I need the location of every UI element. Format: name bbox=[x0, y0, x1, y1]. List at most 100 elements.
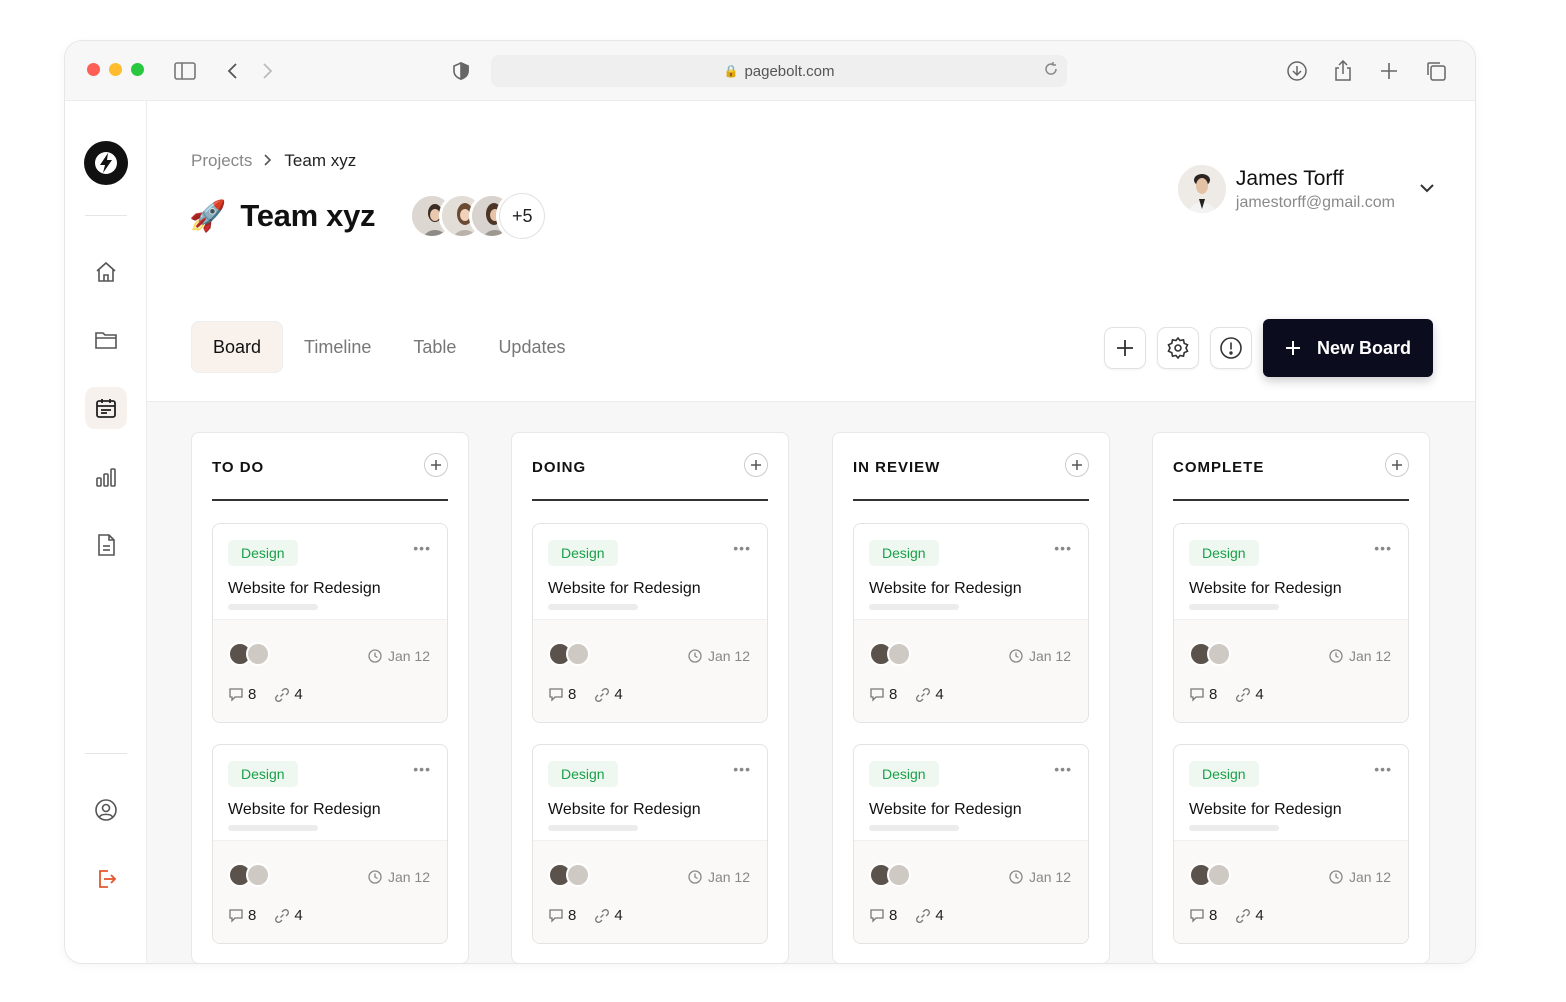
comments-count[interactable]: 8 bbox=[548, 686, 576, 703]
reload-icon[interactable] bbox=[1043, 61, 1059, 81]
add-card-button[interactable] bbox=[1385, 453, 1409, 477]
due-date: Jan 12 bbox=[368, 869, 430, 885]
more-options-icon[interactable]: ••• bbox=[1054, 761, 1072, 777]
document-icon[interactable] bbox=[85, 524, 127, 566]
home-icon[interactable] bbox=[85, 251, 127, 293]
calendar-icon[interactable] bbox=[85, 387, 127, 429]
app-logo[interactable] bbox=[84, 141, 128, 185]
assignee-avatars[interactable] bbox=[228, 863, 270, 887]
assignee-avatars[interactable] bbox=[548, 863, 590, 887]
comments-count[interactable]: 8 bbox=[869, 686, 897, 703]
share-icon[interactable] bbox=[1329, 57, 1357, 85]
task-card[interactable]: Design ••• Website for Redesign Jan 12 8 4 bbox=[853, 744, 1089, 944]
profile-icon[interactable] bbox=[85, 789, 127, 831]
minimize-window-button[interactable] bbox=[109, 63, 122, 76]
task-card[interactable]: Design ••• Website for Redesign Jan 12 8 4 bbox=[212, 523, 448, 723]
user-name: James Torff bbox=[1235, 166, 1344, 190]
user-avatar[interactable] bbox=[1177, 165, 1226, 213]
due-date-text: Jan 12 bbox=[707, 869, 750, 885]
settings-button[interactable] bbox=[1157, 327, 1199, 369]
folder-icon[interactable] bbox=[85, 319, 127, 361]
task-card[interactable]: Design ••• Website for Redesign Jan 12 8 4 bbox=[1173, 523, 1409, 723]
tab-timeline[interactable]: Timeline bbox=[283, 321, 392, 373]
tab-updates[interactable]: Updates bbox=[477, 321, 586, 373]
more-options-icon[interactable]: ••• bbox=[733, 540, 751, 556]
more-members-badge[interactable]: +5 bbox=[499, 193, 546, 239]
assignee-avatar bbox=[1207, 642, 1231, 666]
comments-count[interactable]: 8 bbox=[228, 907, 256, 924]
address-bar[interactable]: 🔒 pagebolt.com bbox=[491, 55, 1067, 87]
progress-bar bbox=[869, 825, 959, 831]
comments-count[interactable]: 8 bbox=[548, 907, 576, 924]
more-options-icon[interactable]: ••• bbox=[733, 761, 751, 777]
team-avatars[interactable]: +5 bbox=[409, 193, 546, 239]
add-card-button[interactable] bbox=[1065, 453, 1089, 477]
comments-count[interactable]: 8 bbox=[228, 686, 256, 703]
maximize-window-button[interactable] bbox=[131, 63, 144, 76]
bar-chart-icon[interactable] bbox=[85, 456, 127, 498]
due-date-text: Jan 12 bbox=[387, 869, 430, 885]
attachments-count[interactable]: 4 bbox=[1235, 686, 1264, 703]
more-options-icon[interactable]: ••• bbox=[413, 540, 431, 556]
task-card[interactable]: Design ••• Website for Redesign Jan 12 8 4 bbox=[532, 744, 768, 944]
assignee-avatar bbox=[887, 863, 911, 887]
assignee-avatars[interactable] bbox=[869, 863, 911, 887]
back-arrow-icon[interactable] bbox=[218, 57, 246, 85]
assignee-avatars[interactable] bbox=[548, 642, 590, 666]
forward-arrow-icon[interactable] bbox=[254, 57, 282, 85]
assignee-avatars[interactable] bbox=[1189, 642, 1231, 666]
new-board-button[interactable]: New Board bbox=[1263, 319, 1433, 377]
assignee-avatars[interactable] bbox=[1189, 863, 1231, 887]
assignee-avatars[interactable] bbox=[228, 642, 270, 666]
info-button[interactable] bbox=[1210, 327, 1252, 369]
chevron-down-icon[interactable] bbox=[1419, 180, 1435, 198]
attachments-count[interactable]: 4 bbox=[274, 907, 303, 924]
comments-count[interactable]: 8 bbox=[1189, 907, 1217, 924]
logout-icon[interactable] bbox=[85, 858, 127, 900]
close-window-button[interactable] bbox=[87, 63, 100, 76]
card-footer-bg bbox=[1174, 619, 1408, 722]
add-button[interactable] bbox=[1104, 327, 1146, 369]
new-tab-plus-icon[interactable] bbox=[1375, 57, 1403, 85]
more-options-icon[interactable]: ••• bbox=[1374, 761, 1392, 777]
page-header: 🚀 Team xyz +5 bbox=[189, 193, 546, 239]
task-card[interactable]: Design ••• Website for Redesign Jan 12 8 4 bbox=[212, 744, 448, 944]
task-card[interactable]: Design ••• Website for Redesign Jan 12 8 4 bbox=[532, 523, 768, 723]
task-card[interactable]: Design ••• Website for Redesign Jan 12 8 4 bbox=[1173, 744, 1409, 944]
clock-icon bbox=[368, 870, 382, 884]
task-card[interactable]: Design ••• Website for Redesign Jan 12 8 4 bbox=[853, 523, 1089, 723]
comments-value: 8 bbox=[248, 686, 257, 703]
attachments-value: 4 bbox=[935, 686, 944, 703]
assignee-avatars[interactable] bbox=[869, 642, 911, 666]
breadcrumb-projects[interactable]: Projects bbox=[191, 151, 252, 171]
card-stats: 84 bbox=[1189, 907, 1264, 924]
add-card-button[interactable] bbox=[424, 453, 448, 477]
attachments-count[interactable]: 4 bbox=[915, 686, 944, 703]
attachments-count[interactable]: 4 bbox=[1235, 907, 1264, 924]
attachments-count[interactable]: 4 bbox=[594, 686, 623, 703]
comments-count[interactable]: 8 bbox=[1189, 686, 1217, 703]
download-icon[interactable] bbox=[1283, 57, 1311, 85]
comment-icon bbox=[549, 688, 563, 702]
user-menu[interactable]: James Torff jamestorff@gmail.com bbox=[1177, 165, 1435, 213]
comments-count[interactable]: 8 bbox=[869, 907, 897, 924]
add-card-button[interactable] bbox=[744, 453, 768, 477]
tabs-overview-icon[interactable] bbox=[1422, 57, 1450, 85]
kanban-board: TO DO Design ••• Website for Redesign Jan 12… bbox=[147, 401, 1475, 963]
more-options-icon[interactable]: ••• bbox=[1374, 540, 1392, 556]
board-column: COMPLETE Design ••• Website for Redesign Jan… bbox=[1152, 432, 1430, 963]
sidebar-toggle-icon[interactable] bbox=[171, 57, 199, 85]
attachments-count[interactable]: 4 bbox=[915, 907, 944, 924]
tab-board[interactable]: Board bbox=[191, 321, 284, 373]
attachments-count[interactable]: 4 bbox=[274, 686, 303, 703]
due-date-text: Jan 12 bbox=[707, 648, 750, 664]
attachments-count[interactable]: 4 bbox=[594, 907, 623, 924]
due-date-text: Jan 12 bbox=[1348, 648, 1391, 664]
clock-icon bbox=[1009, 649, 1023, 663]
shield-icon[interactable] bbox=[447, 57, 475, 85]
clock-icon bbox=[1329, 870, 1343, 884]
more-options-icon[interactable]: ••• bbox=[1054, 540, 1072, 556]
tab-table[interactable]: Table bbox=[392, 321, 477, 373]
comments-value: 8 bbox=[248, 907, 257, 924]
more-options-icon[interactable]: ••• bbox=[413, 761, 431, 777]
